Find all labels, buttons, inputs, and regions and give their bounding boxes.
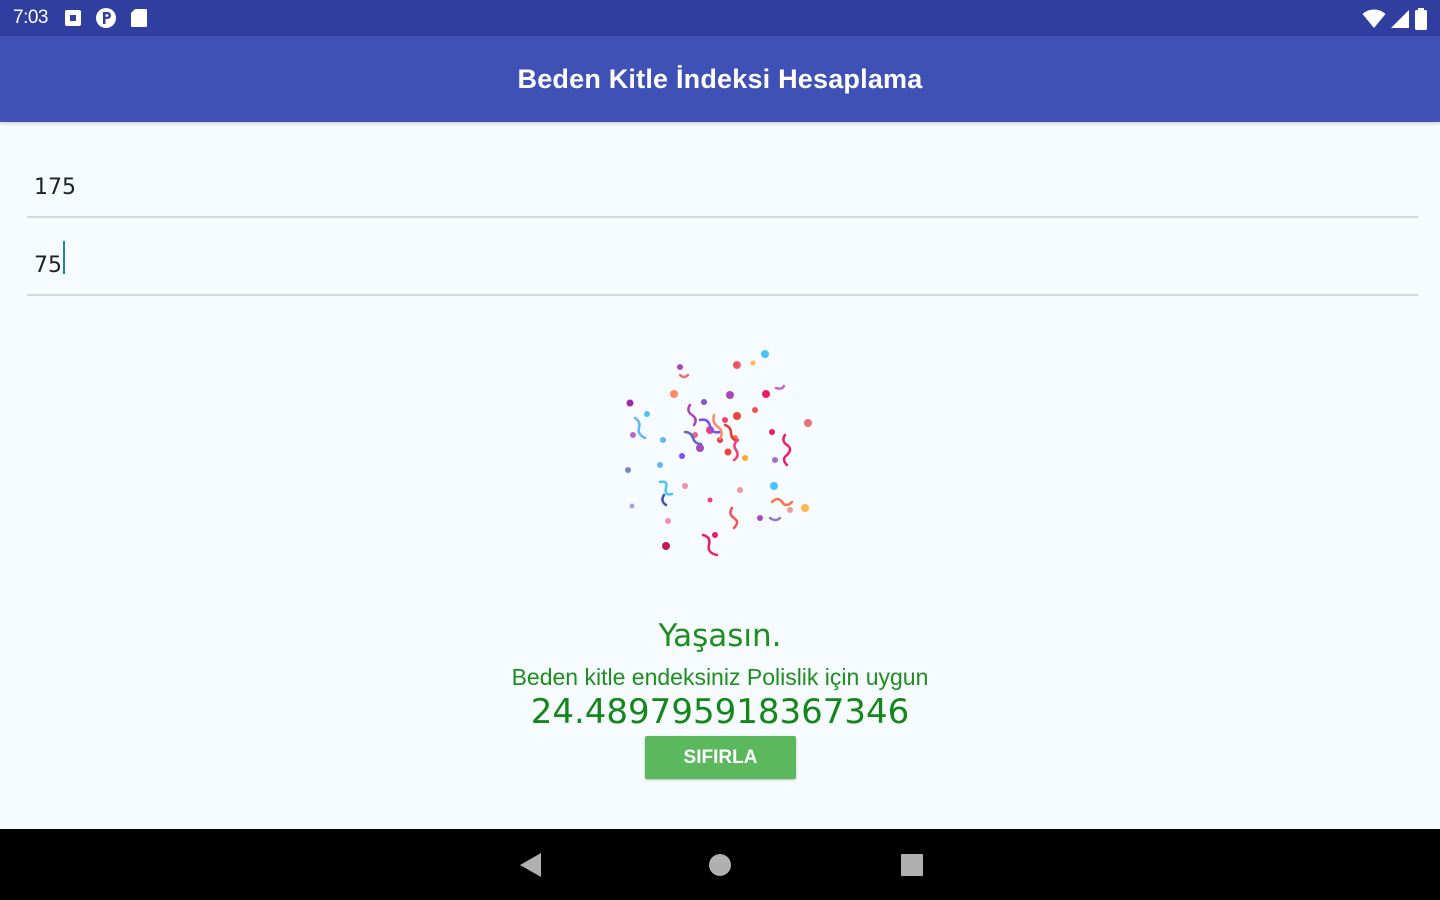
status-icons-right bbox=[1362, 8, 1428, 30]
wifi-icon bbox=[1362, 9, 1386, 28]
back-icon bbox=[520, 852, 541, 877]
confetti-animation bbox=[625, 350, 812, 557]
nav-back-button[interactable] bbox=[505, 829, 555, 900]
nav-recents-button[interactable] bbox=[887, 829, 937, 900]
bmi-value: 24.489795918367346 bbox=[530, 692, 910, 732]
result-title: Yaşasın. bbox=[658, 618, 782, 654]
height-input[interactable] bbox=[27, 158, 1418, 218]
notification-square-icon bbox=[64, 10, 81, 26]
text-cursor bbox=[63, 241, 65, 274]
sd-card-icon bbox=[130, 9, 147, 27]
status-time: 7:03 bbox=[13, 7, 48, 28]
p-badge-icon bbox=[95, 8, 116, 28]
weight-input[interactable] bbox=[27, 236, 1418, 296]
home-icon bbox=[709, 853, 731, 876]
app-title: Beden Kitle İndeksi Hesaplama bbox=[517, 63, 923, 94]
nav-home-button[interactable] bbox=[695, 829, 745, 900]
reset-button[interactable]: SIFIRLA bbox=[645, 736, 796, 779]
cell-signal-icon bbox=[1391, 10, 1409, 28]
result-message: Beden kitle endeksiniz Polislik için uyg… bbox=[511, 664, 929, 690]
status-icons-left bbox=[64, 7, 148, 29]
status-bar: 7:03 bbox=[0, 0, 1440, 36]
nav-bar bbox=[0, 829, 1440, 900]
recents-icon bbox=[901, 853, 923, 876]
confetti-dots bbox=[625, 350, 812, 550]
battery-icon bbox=[1415, 8, 1427, 30]
app-bar: Beden Kitle İndeksi Hesaplama bbox=[0, 36, 1440, 122]
